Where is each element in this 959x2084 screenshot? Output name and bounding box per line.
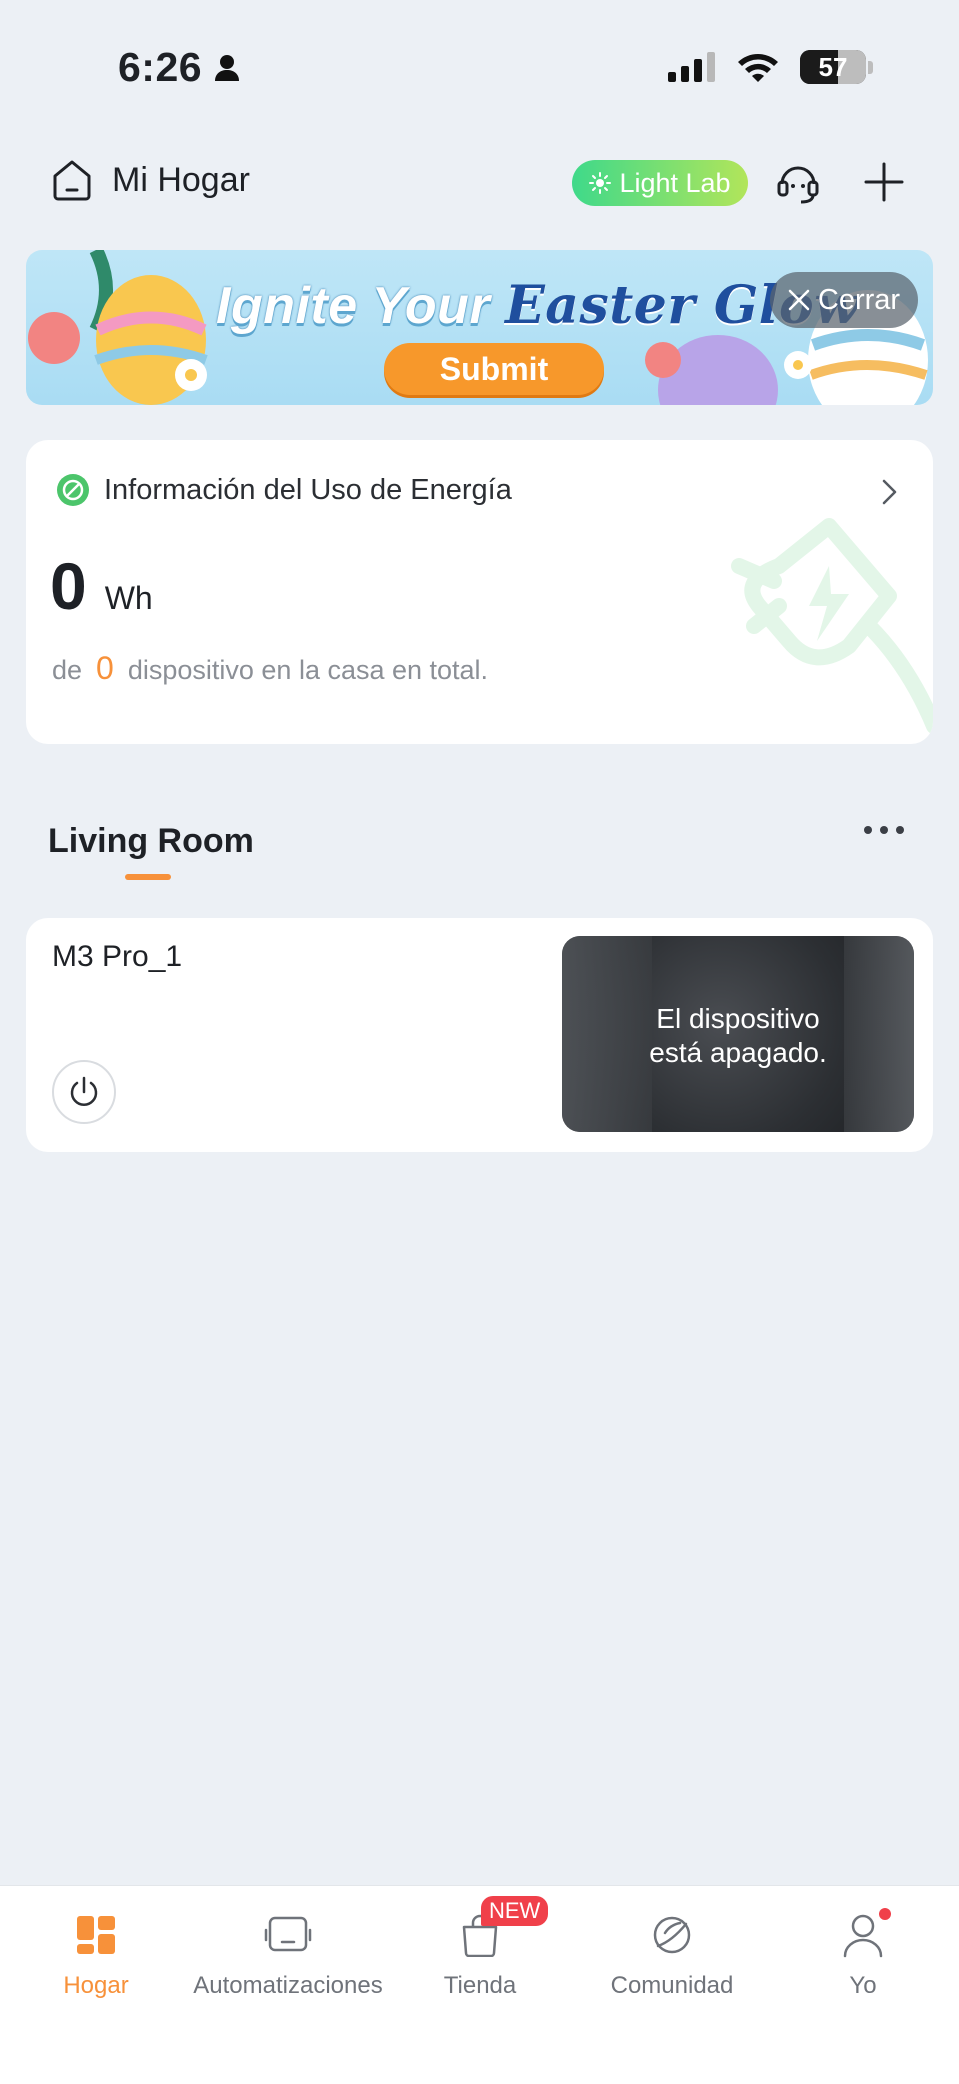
camera-preview[interactable]: El dispositivo está apagado. — [562, 936, 914, 1132]
nav-label-hogar: Hogar — [63, 1972, 129, 1999]
nav-label-tienda: Tienda — [443, 1972, 517, 1999]
person-icon — [843, 1914, 883, 1958]
energy-unit: Wh — [104, 580, 153, 616]
more-dot — [896, 826, 904, 834]
banner-submit-button[interactable]: Submit — [384, 343, 604, 395]
support-button[interactable] — [775, 160, 821, 211]
automation-icon — [264, 1916, 312, 1952]
plug-decoration-icon — [731, 518, 933, 734]
room-more-button[interactable] — [864, 826, 904, 834]
banner-title: Ignite Your Easter Glow — [216, 275, 860, 336]
banner-close-label: Cerrar — [817, 283, 901, 316]
nav-item-hogar[interactable]: Hogar — [0, 1906, 192, 2000]
nav-item-comunidad[interactable]: Comunidad — [576, 1906, 768, 2000]
device-off-message: El dispositivo está apagado. — [649, 1003, 827, 1068]
nav-label-yo: Yo — [849, 1972, 877, 1999]
power-button[interactable] — [52, 1060, 116, 1124]
nav-label-comunidad: Comunidad — [610, 1972, 734, 1999]
plus-icon — [864, 162, 904, 202]
more-dot — [864, 826, 872, 834]
new-badge: NEW — [481, 1896, 549, 1926]
light-lab-button[interactable]: Light Lab — [572, 160, 748, 206]
room-tab-indicator — [125, 874, 171, 880]
notification-dot — [879, 1908, 891, 1920]
battery-indicator: 57 — [800, 50, 873, 84]
sparkle-icon — [589, 172, 612, 194]
nav-item-tienda[interactable]: NEW Tienda — [384, 1896, 576, 2000]
power-icon — [70, 1076, 98, 1106]
home-selector[interactable]: Mi Hogar — [50, 158, 250, 202]
energy-title: Información del Uso de Energía — [104, 473, 512, 506]
add-button[interactable] — [862, 160, 906, 209]
more-dot — [880, 826, 888, 834]
device-card[interactable]: M3 Pro_1 El dispositivo está apagado. — [26, 918, 933, 1152]
close-icon — [788, 289, 810, 311]
status-indicators: 57 — [668, 50, 873, 84]
wifi-icon — [738, 54, 778, 82]
energy-value: 0 Wh — [50, 548, 153, 624]
person-status-icon — [215, 54, 240, 81]
status-time: 6:26 — [118, 44, 240, 91]
nav-label-automatizaciones: Automatizaciones — [193, 1972, 383, 1999]
nav-item-automatizaciones[interactable]: Automatizaciones — [192, 1906, 384, 2000]
energy-leaf-icon — [57, 474, 89, 506]
home-title: Mi Hogar — [112, 160, 250, 199]
battery-level: 57 — [818, 51, 848, 82]
chevron-right-icon[interactable] — [881, 478, 899, 506]
energy-device-count: 0 — [96, 650, 114, 686]
device-name: M3 Pro_1 — [52, 940, 183, 973]
banner-close-button[interactable]: Cerrar — [770, 272, 918, 328]
energy-number: 0 — [50, 549, 87, 623]
energy-usage-card[interactable]: Información del Uso de Energía 0 Wh de 0… — [26, 440, 933, 744]
energy-header: Información del Uso de Energía — [56, 473, 512, 507]
energy-prefix: de — [52, 655, 83, 685]
energy-suffix: dispositivo en la casa en total. — [127, 655, 489, 685]
headset-icon — [777, 166, 819, 204]
nav-item-yo[interactable]: Yo — [767, 1906, 959, 2000]
promo-banner[interactable]: Ignite Your Easter Glow Submit Cerrar — [26, 250, 933, 405]
house-icon — [53, 160, 91, 201]
easter-egg-decoration-left — [28, 250, 208, 405]
community-icon — [653, 1916, 691, 1954]
bottom-navigation: Hogar Automatizaciones NEW Tienda Comuni… — [0, 1885, 959, 2084]
room-tab-living-room[interactable]: Living Room — [48, 822, 254, 861]
home-grid-icon — [77, 1916, 115, 1954]
energy-device-summary: de 0 dispositivo en la casa en total. — [52, 650, 488, 687]
light-lab-label: Light Lab — [619, 167, 731, 198]
cellular-signal-icon — [668, 52, 715, 82]
